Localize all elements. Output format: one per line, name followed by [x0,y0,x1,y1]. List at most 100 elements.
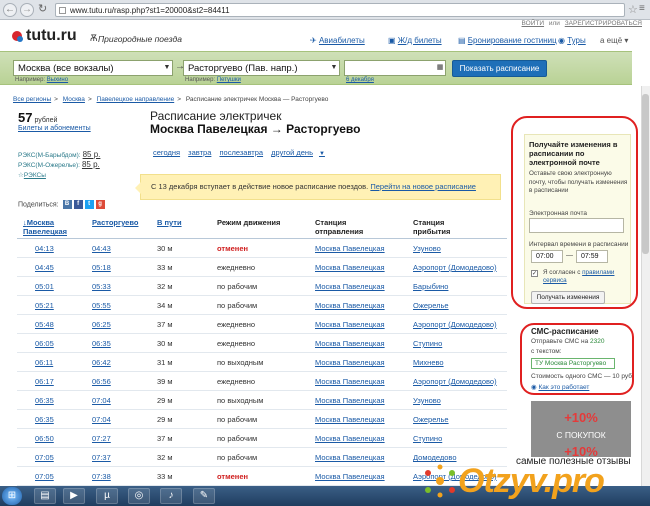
to-station-input[interactable]: Расторгуево (Пав. напр.) ▼ [183,60,340,76]
departure-time[interactable]: 06:50 [35,434,54,443]
to-station[interactable]: Ступино [413,434,442,443]
from-station-input[interactable]: Москва (все вокзалы) ▼ [13,60,173,76]
login-link[interactable]: ВОЙТИ [522,20,545,27]
arrival-time[interactable]: 06:35 [92,339,111,348]
to-station[interactable]: Домодедово [413,453,457,462]
from-station[interactable]: Москва Павелецкая [315,263,385,272]
start-button[interactable]: ⊞ [2,487,22,505]
chevron-down-icon[interactable]: ▼ [329,61,339,75]
arrival-time[interactable]: 05:55 [92,301,111,310]
breadcrumb-moscow[interactable]: Москва [63,96,85,103]
address-bar[interactable]: www.tutu.ru/rasp.php?st1=20000&st2=84411 [55,3,625,17]
departure-time[interactable]: 06:35 [35,415,54,424]
departure-time[interactable]: 06:17 [35,377,54,386]
from-station[interactable]: Москва Павелецкая [315,301,385,310]
from-station[interactable]: Москва Павелецкая [315,282,385,291]
arrival-time[interactable]: 06:25 [92,320,111,329]
menu-icon[interactable]: ≡ [639,3,645,14]
nav-tours[interactable]: ◉ Туры [558,36,586,45]
arrival-time[interactable]: 06:42 [92,358,111,367]
twitter-icon[interactable]: t [84,200,94,209]
tab-tomorrow[interactable]: завтра [188,148,211,157]
arrival-time[interactable]: 07:38 [92,472,111,481]
departure-time[interactable]: 06:11 [35,358,53,367]
tab-after-tomorrow[interactable]: послезавтра [219,148,263,157]
scrollbar-thumb[interactable] [642,94,649,254]
bookmark-star-icon[interactable]: ☆ [628,3,638,16]
paint-icon[interactable]: ✎ [193,488,215,504]
show-schedule-button[interactable]: Показать расписание [452,60,547,77]
departure-time[interactable]: 04:45 [35,263,54,272]
explorer-icon[interactable]: ▤ [34,488,56,504]
chrome-icon[interactable]: ◎ [128,488,150,504]
departure-time[interactable]: 05:48 [35,320,54,329]
from-station[interactable]: Москва Павелецкая [315,415,385,424]
to-station[interactable]: Ожерелье [413,415,449,424]
date-input[interactable]: ▦ [344,60,446,76]
from-station[interactable]: Москва Павелецкая [315,396,385,405]
rex-link[interactable]: ☆РЭКСы [18,171,46,179]
nav-hotels[interactable]: ▤ Бронирование гостиниц [458,36,557,45]
to-station[interactable]: Узуново [413,244,441,253]
site-logo[interactable]: tutu.ru [26,27,77,45]
departure-time[interactable]: 07:05 [35,472,54,481]
forward-icon[interactable]: → [20,3,34,17]
from-station[interactable]: Москва Павелецкая [315,358,385,367]
departure-time[interactable]: 07:05 [35,453,54,462]
arrival-time[interactable]: 07:37 [92,453,111,462]
calendar-icon[interactable]: ▦ [435,61,445,75]
vk-icon[interactable]: B [62,200,72,209]
from-station[interactable]: Москва Павелецкая [315,320,385,329]
departure-time[interactable]: 04:13 [35,244,54,253]
to-station[interactable]: Аэропорт (Домодедово) [413,263,497,272]
google-plus-icon[interactable]: g [95,200,105,209]
col-dep-header[interactable]: ↓Москва Павелецкая [23,218,83,236]
col-duration-header[interactable]: В пути [157,218,182,227]
to-station[interactable]: Барыбино [413,282,448,291]
date-hint-link[interactable]: 6 декабря [346,77,374,83]
nav-avia[interactable]: ✈ Авиабилеты [310,36,365,45]
from-station[interactable]: Москва Павелецкая [315,339,385,348]
sound-icon[interactable]: ♪ [160,488,182,504]
new-schedule-link[interactable]: Перейти на новое расписание [370,182,476,191]
departure-time[interactable]: 06:35 [35,396,54,405]
to-station[interactable]: Михнево [413,358,444,367]
departure-time[interactable]: 06:05 [35,339,54,348]
media-icon[interactable]: ▶ [63,488,85,504]
arrival-time[interactable]: 06:56 [92,377,111,386]
back-icon[interactable]: ← [3,3,17,17]
departure-time[interactable]: 05:01 [35,282,54,291]
from-station[interactable]: Москва Павелецкая [315,434,385,443]
from-station[interactable]: Москва Павелецкая [315,377,385,386]
arrival-time[interactable]: 05:33 [92,282,111,291]
nav-rail[interactable]: ▣ Ж/д билеты [388,36,442,45]
arrival-time[interactable]: 07:04 [92,396,111,405]
tickets-link[interactable]: Билеты и абонементы [18,125,91,132]
torrent-icon[interactable]: µ [96,488,118,504]
from-hint-link[interactable]: Выхино [47,77,68,83]
from-station[interactable]: Москва Павелецкая [315,472,385,481]
arrival-time[interactable]: 07:04 [92,415,111,424]
tab-other-day[interactable]: другой день [271,148,313,157]
breadcrumb-direction[interactable]: Павелецкое направление [97,96,175,103]
from-station[interactable]: Москва Павелецкая [315,453,385,462]
departure-time[interactable]: 05:21 [35,301,54,310]
breadcrumb-regions[interactable]: Все регионы [13,96,51,103]
to-station[interactable]: Аэропорт (Домодедово) [413,320,497,329]
col-arr-header[interactable]: Расторгуево [92,218,138,227]
to-hint-link[interactable]: Петушки [217,77,241,83]
reload-icon[interactable]: ↻ [38,2,47,15]
arrival-time[interactable]: 05:18 [92,263,111,272]
tab-today[interactable]: сегодня [153,148,180,157]
facebook-icon[interactable]: f [73,200,83,209]
to-station[interactable]: Аэропорт (Домодедово) [413,377,497,386]
arrival-time[interactable]: 04:43 [92,244,111,253]
to-station[interactable]: Узуново [413,396,441,405]
register-link[interactable]: ЗАРЕГИСТРИРОВАТЬСЯ [565,20,642,27]
nav-more[interactable]: а ещё ▾ [600,36,628,45]
chevron-down-icon[interactable]: ▼ [162,61,172,75]
to-station[interactable]: Ожерелье [413,301,449,310]
arrival-time[interactable]: 07:27 [92,434,111,443]
to-station[interactable]: Ступино [413,339,442,348]
from-station[interactable]: Москва Павелецкая [315,244,385,253]
